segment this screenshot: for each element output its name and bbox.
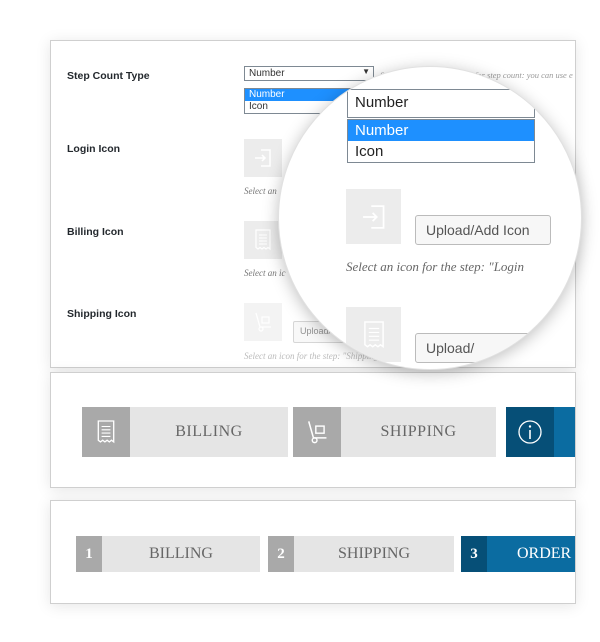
receipt-icon	[255, 229, 271, 251]
step-number-shipping[interactable]: 2 SHIPPING	[268, 536, 454, 572]
login-icon-preview[interactable]	[244, 139, 282, 177]
magnified-count-type-options: Number Icon	[347, 119, 535, 163]
magnified-billing-icon-preview[interactable]	[346, 307, 401, 362]
shipping-icon-label: Shipping Icon	[67, 308, 137, 320]
billing-icon-preview[interactable]	[244, 221, 282, 259]
magnified-option-icon[interactable]: Icon	[348, 141, 534, 162]
magnified-option-number[interactable]: Number	[348, 120, 534, 141]
shipping-icon-preview[interactable]	[244, 303, 282, 341]
login-icon	[362, 204, 384, 229]
step-order-active[interactable]	[506, 407, 575, 457]
login-icon-label: Login Icon	[67, 143, 121, 155]
info-icon	[506, 407, 554, 457]
step-shipping[interactable]: SHIPPING	[293, 407, 496, 457]
step-count-type-label: Step Count Type	[67, 70, 150, 82]
step-number-order-active[interactable]: 3 ORDER	[461, 536, 575, 572]
step-number-2: 2	[268, 536, 294, 572]
magnified-login-desc: Select an icon for the step: "Login	[346, 259, 525, 274]
hand-truck-icon	[293, 407, 341, 457]
step-shipping-label: SHIPPING	[341, 407, 496, 457]
hand-truck-icon	[255, 312, 271, 332]
receipt-icon	[82, 407, 130, 457]
magnified-upload-button-2[interactable]: Upload/	[415, 333, 551, 363]
step-number-shipping-label: SHIPPING	[294, 536, 454, 572]
step-order-label	[554, 407, 575, 457]
magnified-login-icon-preview[interactable]	[346, 189, 401, 244]
icon-steps-preview: BILLING SHIPPING	[50, 372, 576, 488]
step-number-3: 3	[461, 536, 487, 572]
step-number-billing[interactable]: 1 BILLING	[76, 536, 260, 572]
magnified-upload-button[interactable]: Upload/Add Icon	[415, 215, 551, 245]
magnifier-lens: Number Number Icon Upload/Add Icon Selec…	[278, 66, 582, 370]
login-icon	[255, 149, 271, 167]
magnified-count-type-select[interactable]: Number	[347, 89, 535, 118]
step-number-order-label: ORDER	[487, 536, 575, 572]
login-icon-desc: Select an	[244, 186, 277, 196]
step-billing-label: BILLING	[130, 407, 288, 457]
step-billing[interactable]: BILLING	[82, 407, 288, 457]
step-number-billing-label: BILLING	[102, 536, 260, 572]
receipt-icon	[363, 320, 384, 348]
billing-icon-label: Billing Icon	[67, 226, 124, 238]
step-number-1: 1	[76, 536, 102, 572]
number-steps-preview: 1 BILLING 2 SHIPPING 3 ORDER	[50, 500, 576, 604]
